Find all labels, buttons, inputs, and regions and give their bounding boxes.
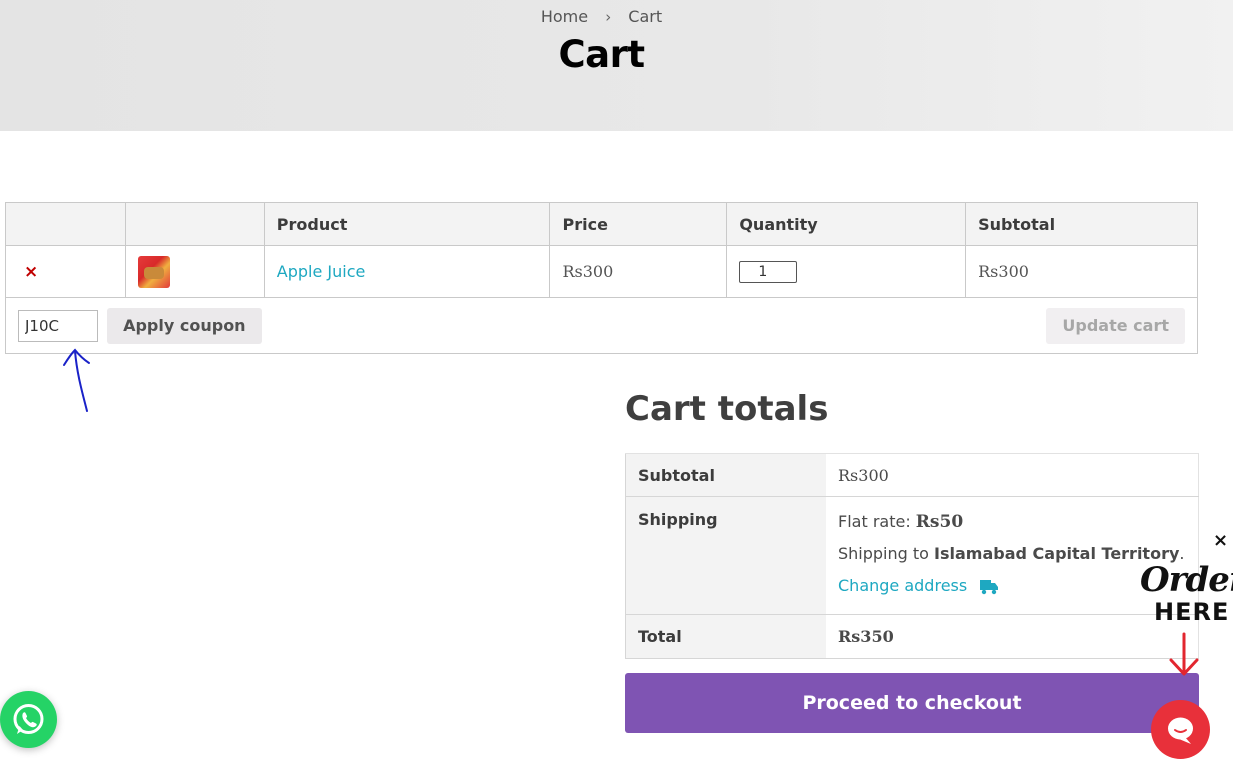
truck-icon[interactable] bbox=[980, 579, 999, 595]
total-label: Total bbox=[625, 614, 826, 659]
breadcrumb-current: Cart bbox=[628, 7, 663, 26]
whatsapp-icon bbox=[13, 704, 44, 734]
flat-rate-value: Rs50 bbox=[915, 512, 964, 532]
breadcrumb-separator-icon: › bbox=[605, 8, 612, 26]
live-chat-button[interactable] bbox=[1151, 700, 1210, 759]
cart-table-header: Product Price Quantity Subtotal bbox=[5, 202, 1198, 246]
page-header-banner: Home › Cart Cart bbox=[0, 0, 1233, 131]
thumbnail-cell bbox=[124, 245, 265, 298]
flat-rate-line: Flat rate: Rs50 bbox=[838, 506, 1186, 538]
order-here-order-text: Order bbox=[1140, 560, 1233, 600]
apply-coupon-button[interactable]: Apply coupon bbox=[107, 307, 262, 344]
product-link[interactable]: Apple Juice bbox=[277, 262, 366, 281]
total-amount: Rs350 bbox=[838, 627, 894, 646]
price-cell: Rs300 bbox=[549, 245, 728, 298]
annotation-arrow-icon bbox=[63, 348, 90, 412]
remove-cell: × bbox=[5, 245, 126, 298]
shipping-destination: Shipping to Islamabad Capital Territory. bbox=[838, 538, 1186, 570]
breadcrumb-home[interactable]: Home bbox=[541, 7, 588, 26]
chat-icon bbox=[1168, 717, 1193, 744]
page-title: Cart bbox=[558, 33, 645, 76]
subtotal-label: Subtotal bbox=[625, 453, 826, 497]
change-address-line: Change address bbox=[838, 570, 1186, 602]
proceed-to-checkout-button[interactable]: Proceed to checkout bbox=[625, 673, 1199, 733]
column-header-quantity: Quantity bbox=[726, 202, 967, 246]
flat-rate-label: Flat rate: bbox=[838, 512, 911, 531]
update-cart-button[interactable]: Update cart bbox=[1046, 307, 1185, 344]
order-here-badge[interactable]: Order HERE bbox=[1138, 560, 1233, 676]
quantity-cell bbox=[726, 245, 967, 298]
column-header-remove bbox=[5, 202, 126, 246]
product-thumbnail[interactable] bbox=[137, 255, 170, 288]
column-header-subtotal: Subtotal bbox=[965, 202, 1198, 246]
totals-shipping-row: Shipping Flat rate: Rs50 Shipping to Isl… bbox=[625, 496, 1199, 615]
subtotal-value: Rs300 bbox=[826, 453, 1199, 497]
column-header-product: Product bbox=[263, 202, 551, 246]
cart-totals-title: Cart totals bbox=[625, 389, 829, 429]
totals-subtotal-row: Subtotal Rs300 bbox=[625, 453, 1199, 497]
remove-item-icon[interactable]: × bbox=[18, 262, 38, 282]
cart-actions: Apply coupon Update cart bbox=[5, 297, 1198, 354]
subtotal-cell: Rs300 bbox=[965, 245, 1198, 298]
cart-table: Product Price Quantity Subtotal × Apple … bbox=[5, 202, 1198, 354]
arrow-down-icon bbox=[1169, 632, 1199, 676]
close-icon[interactable]: × bbox=[1213, 530, 1228, 551]
cart-actions-row: Apply coupon Update cart bbox=[5, 297, 1198, 354]
whatsapp-chat-button[interactable] bbox=[0, 691, 57, 748]
cart-totals-table: Subtotal Rs300 Shipping Flat rate: Rs50 … bbox=[625, 453, 1199, 659]
product-cell: Apple Juice bbox=[263, 245, 551, 298]
coupon-code-input[interactable] bbox=[18, 309, 98, 342]
order-here-here-text: HERE bbox=[1154, 598, 1230, 626]
shipping-to-text: Shipping to bbox=[838, 544, 929, 563]
totals-total-row: Total Rs350 bbox=[625, 614, 1199, 659]
quantity-input[interactable] bbox=[739, 260, 798, 283]
column-header-thumbnail bbox=[124, 202, 265, 246]
breadcrumb: Home › Cart bbox=[0, 7, 1203, 26]
shipping-label: Shipping bbox=[625, 496, 826, 615]
change-address-link[interactable]: Change address bbox=[838, 576, 967, 595]
column-header-price: Price bbox=[549, 202, 728, 246]
table-row: × Apple Juice Rs300 Rs300 bbox=[5, 245, 1198, 298]
